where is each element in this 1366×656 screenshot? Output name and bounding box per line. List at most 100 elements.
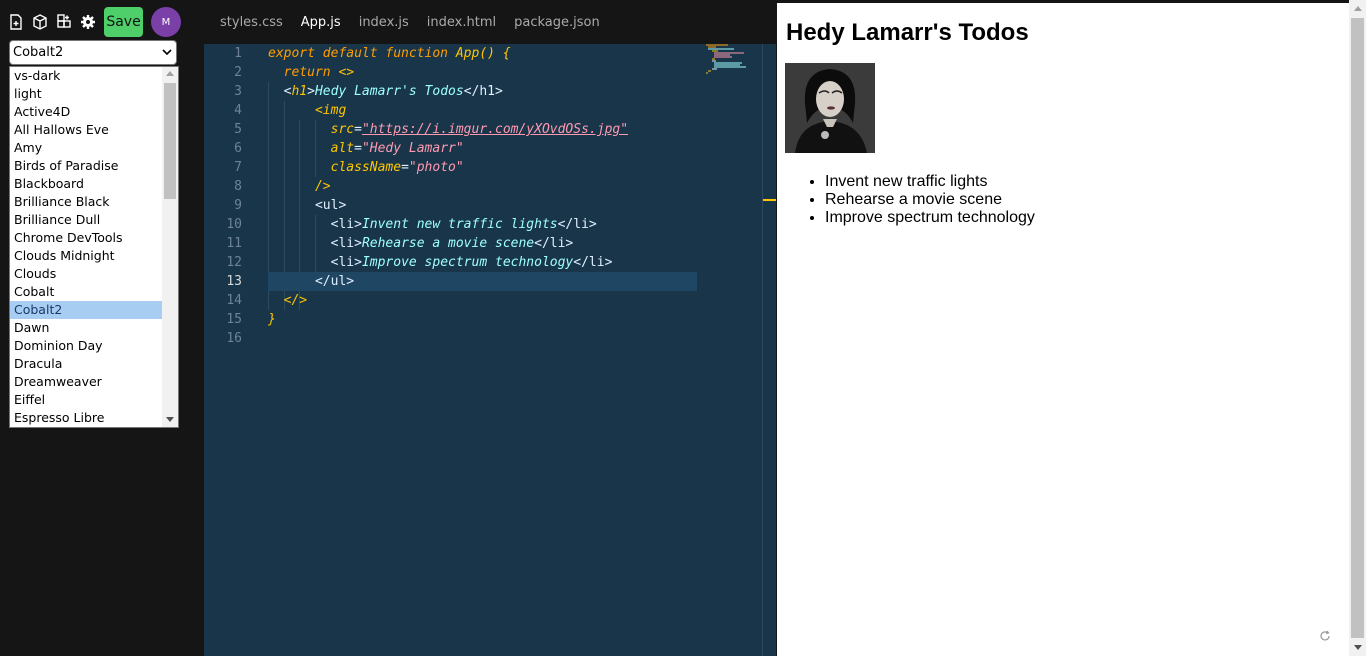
theme-option[interactable]: Amy <box>10 139 162 157</box>
scroll-up-arrow-icon[interactable] <box>1354 6 1362 11</box>
line-number: 14 <box>226 293 242 308</box>
scroll-down-arrow-icon[interactable] <box>166 417 174 422</box>
tab-index-html[interactable]: index.html <box>427 15 496 30</box>
theme-dropdown-list[interactable]: vs-dark light Active4D All Hallows Eve Amy Bi… <box>9 66 179 428</box>
scroll-down-arrow-icon[interactable] <box>1354 645 1362 650</box>
dropdown-scrollbar[interactable] <box>162 67 178 427</box>
theme-option[interactable]: Cobalt2 <box>10 301 162 319</box>
dropdown-scroll-thumb[interactable] <box>164 83 176 199</box>
package-icon[interactable] <box>28 10 52 34</box>
line-number: 3 <box>234 84 242 99</box>
code-token: } <box>268 312 276 327</box>
code-token: Invent new traffic lights <box>361 217 558 232</box>
hedy-lamarr-photo <box>785 63 875 153</box>
line-number: 16 <box>226 331 242 346</box>
code-line: 10 <li>Invent new traffic lights</li> <box>204 215 762 234</box>
theme-option[interactable]: All Hallows Eve <box>10 121 162 139</box>
code-token: Hedy Lamarr's Todos <box>314 84 464 99</box>
code-area[interactable]: 1 export default function App() { 2 retur… <box>204 44 762 656</box>
tab-index-js[interactable]: index.js <box>359 15 409 30</box>
tab-styles-css[interactable]: styles.css <box>220 15 283 30</box>
chevron-down-icon <box>162 49 172 56</box>
code-line: 11 <li>Rehearse a movie scene</li> <box>204 234 762 253</box>
line-number: 2 <box>234 65 242 80</box>
code-token: <img <box>314 103 347 118</box>
code-token: "photo" <box>408 160 464 175</box>
avatar[interactable]: M <box>151 7 181 37</box>
preview-todo-list: Invent new traffic lights Rehearse a mov… <box>785 173 1035 227</box>
theme-option[interactable]: Clouds <box>10 265 162 283</box>
code-token: () { <box>479 46 511 61</box>
scroll-up-arrow-icon[interactable] <box>166 71 174 76</box>
code-line: 4 <img <box>204 101 762 120</box>
code-token: h1 <box>291 84 308 99</box>
list-item: Improve spectrum technology <box>825 209 1035 227</box>
theme-option[interactable]: vs-dark <box>10 67 162 85</box>
editor-scrollbar[interactable] <box>762 44 776 656</box>
code-token: className <box>330 160 402 175</box>
preview-heading: Hedy Lamarr's Todos <box>786 19 1029 46</box>
theme-option[interactable]: Birds of Paradise <box>10 157 162 175</box>
line-number: 15 <box>226 312 242 327</box>
theme-options: vs-dark light Active4D All Hallows Eve Amy Bi… <box>10 67 162 427</box>
code-token: </li> <box>557 217 597 232</box>
code-token: <> <box>338 65 355 80</box>
refresh-icon[interactable] <box>1319 630 1331 642</box>
line-number: 7 <box>234 160 242 175</box>
code-line: 12 <li>Improve spectrum technology</li> <box>204 253 762 272</box>
line-number: 10 <box>226 217 242 232</box>
tab-package-json[interactable]: package.json <box>514 15 600 30</box>
theme-option[interactable]: Dawn <box>10 319 162 337</box>
code-line: 8 /> <box>204 177 762 196</box>
code-line: 14 </> <box>204 291 762 310</box>
line-number: 4 <box>234 103 242 118</box>
theme-option[interactable]: Eiffel <box>10 391 162 409</box>
tab-app-js[interactable]: App.js <box>301 15 341 30</box>
code-token: </li> <box>534 236 574 251</box>
code-line: 6 alt="Hedy Lamarr" <box>204 139 762 158</box>
code-token: <li> <box>330 236 362 251</box>
theme-option[interactable]: Dreamweaver <box>10 373 162 391</box>
theme-select[interactable]: Cobalt2 <box>9 40 177 65</box>
theme-option[interactable]: Cobalt <box>10 283 162 301</box>
theme-option[interactable]: Clouds Midnight <box>10 247 162 265</box>
code-token: <li> <box>330 255 362 270</box>
file-tabs: styles.css App.js index.js index.html pa… <box>204 0 776 44</box>
cursor-position-marker <box>763 199 776 201</box>
theme-option[interactable]: Dominion Day <box>10 337 162 355</box>
line-number: 13 <box>226 274 242 289</box>
theme-option[interactable]: Dracula <box>10 355 162 373</box>
code-link[interactable]: "https://i.imgur.com/yXOvdOSs.jpg" <box>362 122 628 137</box>
code-minimap[interactable] <box>704 44 762 84</box>
theme-option[interactable]: Espresso Libre <box>10 409 162 427</box>
code-editor[interactable]: styles.css App.js index.js index.html pa… <box>204 0 776 656</box>
list-item: Invent new traffic lights <box>825 173 1035 191</box>
code-line: 2 return <> <box>204 63 762 82</box>
code-token: > <box>307 84 315 99</box>
code-token: src <box>330 122 355 137</box>
code-token: </h1> <box>463 84 503 99</box>
code-token: Rehearse a movie scene <box>361 236 535 251</box>
line-number: 12 <box>226 255 242 270</box>
line-number: 8 <box>234 179 242 194</box>
theme-option[interactable]: Active4D <box>10 103 162 121</box>
page-scrollbar[interactable] <box>1349 0 1366 656</box>
code-token: </> <box>283 293 308 308</box>
theme-option[interactable]: Blackboard <box>10 175 162 193</box>
add-block-icon[interactable] <box>52 10 76 34</box>
save-button[interactable]: Save <box>104 7 143 37</box>
gear-icon[interactable] <box>76 10 100 34</box>
theme-option[interactable]: Chrome DevTools <box>10 229 162 247</box>
code-token: return <box>283 65 331 80</box>
theme-option[interactable]: Brilliance Black <box>10 193 162 211</box>
new-file-icon[interactable] <box>4 10 28 34</box>
toolbar: Save M <box>4 6 181 38</box>
code-token: /> <box>314 179 331 194</box>
theme-option[interactable]: Brilliance Dull <box>10 211 162 229</box>
theme-option[interactable]: light <box>10 85 162 103</box>
code-line: 15} <box>204 310 762 329</box>
code-token: alt <box>330 141 355 156</box>
code-token: <li> <box>330 217 362 232</box>
page-scroll-thumb[interactable] <box>1351 18 1364 638</box>
list-item: Rehearse a movie scene <box>825 191 1035 209</box>
